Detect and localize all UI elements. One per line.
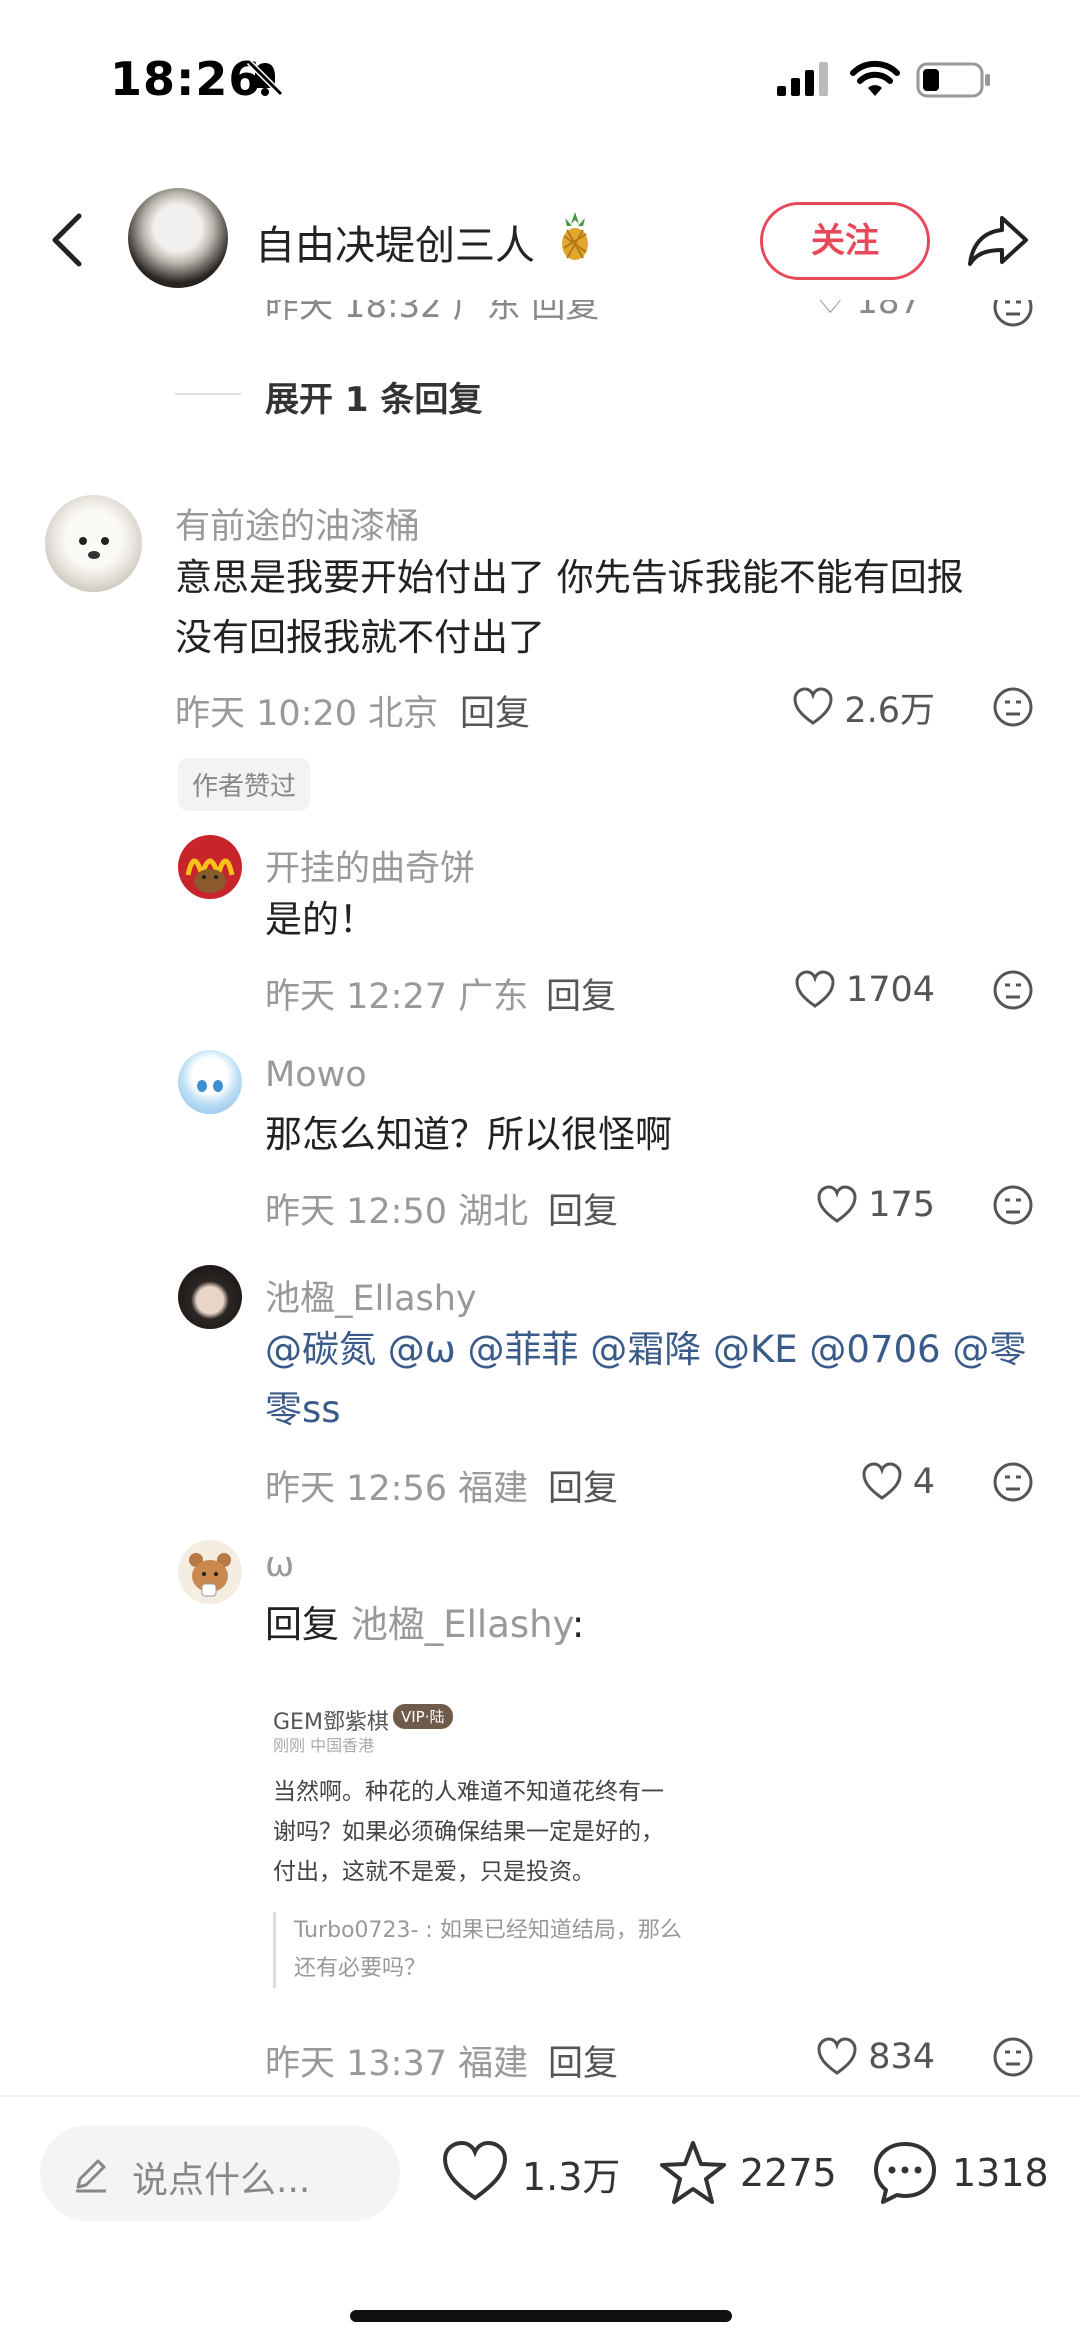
- comment-bubble-icon: [874, 2142, 936, 2204]
- mention-line[interactable]: 零ss: [265, 1380, 1055, 1440]
- embed-quote: Turbo0723- : 如果已经知道结局，那么 还有必要吗？: [273, 1912, 705, 1988]
- reply-item: 池楹_Ellashy @碳氮 @ω @菲菲 @霜降 @KE @0706 @零 零…: [0, 1265, 1080, 1535]
- like-count: 175: [868, 1185, 935, 1225]
- user-avatar[interactable]: [178, 1540, 242, 1604]
- comment-text: @碳氮 @ω @菲菲 @霜降 @KE @0706 @零 零ss: [265, 1320, 1055, 1440]
- like-count: 2.6万: [844, 690, 935, 731]
- status-bar: 18:26: [0, 0, 1080, 150]
- post-comment-count: 1318: [952, 2151, 1049, 2195]
- favorite-post-button[interactable]: 2275: [658, 2135, 837, 2211]
- user-avatar[interactable]: [178, 835, 242, 899]
- like-button[interactable]: 1704: [760, 965, 935, 1015]
- author-avatar[interactable]: [128, 188, 228, 288]
- author-name[interactable]: 自由决堤创三人: [255, 213, 535, 271]
- reply-item: 开挂的曲奇饼 是的！ 昨天 12:27 广东 回复 1704: [0, 835, 1080, 1035]
- like-button[interactable]: 834: [760, 2032, 935, 2082]
- reply-button[interactable]: 回复: [548, 2035, 618, 2086]
- comment-time-location: 昨天 10:20 北京: [175, 694, 439, 734]
- bottom-action-bar: 说点什么... 1.3万 2275 1318: [0, 2095, 1080, 2341]
- dislike-icon[interactable]: [992, 969, 1034, 1011]
- comment-text: 那怎么知道？所以很怪啊: [265, 1113, 672, 1156]
- dislike-icon[interactable]: [992, 686, 1034, 728]
- reply-item: Mowo 那怎么知道？所以很怪啊 昨天 12:50 湖北 回复 175: [0, 1050, 1080, 1250]
- dislike-icon[interactable]: [992, 300, 1034, 328]
- heart-icon: [795, 970, 835, 1008]
- bear-avatar-icon: [189, 1553, 231, 1597]
- author-liked-badge: 作者赞过: [178, 758, 311, 811]
- comments-button[interactable]: 1318: [870, 2135, 1049, 2211]
- home-indicator[interactable]: [350, 2310, 732, 2322]
- comment-username[interactable]: Mowo: [265, 1055, 367, 1095]
- bell-muted-icon: [246, 59, 284, 97]
- mention-line[interactable]: @碳氮 @ω @菲菲 @霜降 @KE @0706 @零: [265, 1320, 1055, 1380]
- comment-text: 是的！: [265, 898, 376, 941]
- like-button[interactable]: 175: [760, 1180, 935, 1230]
- post-header: 自由决堤创三人 关注: [0, 180, 1080, 300]
- post-favorite-count: 2275: [740, 2151, 837, 2195]
- reply-button[interactable]: 回复: [548, 1183, 618, 1234]
- like-count: 834: [868, 2037, 935, 2077]
- reply-target[interactable]: 池楹_Ellashy: [351, 1603, 572, 1646]
- like-count: 1704: [845, 970, 935, 1010]
- post-like-count: 1.3万: [522, 2154, 621, 2199]
- status-time: 18:26: [110, 52, 262, 106]
- capybara-logo-icon: [185, 858, 235, 893]
- comment-input[interactable]: 说点什么...: [40, 2125, 400, 2221]
- comment-text: 意思是我要开始付出了 你先告诉我能不能有回报 没有回报我就不付出了: [175, 548, 1055, 668]
- comment-input-placeholder: 说点什么...: [132, 2160, 311, 2201]
- like-post-button[interactable]: 1.3万: [440, 2135, 620, 2211]
- reply-button[interactable]: 回复: [548, 1460, 618, 1511]
- comment-time-location: 昨天 13:37 福建: [265, 2044, 529, 2084]
- like-button[interactable]: 4: [760, 1457, 935, 1507]
- partial-like-count[interactable]: ♡ 187: [815, 300, 921, 322]
- embed-vip-badge: VIP·陆: [393, 1704, 453, 1729]
- heart-icon: [817, 2037, 857, 2075]
- embed-text: 当然啊。种花的人难道不知道花终有一 谢吗？如果必须确保结果一定是好的， 付出，这…: [273, 1779, 664, 1885]
- reply-prefix: 回复: [265, 1603, 339, 1646]
- user-avatar[interactable]: [178, 1050, 242, 1114]
- like-count: 4: [912, 1462, 935, 1502]
- heart-icon: [862, 1462, 902, 1500]
- heart-icon: [442, 2140, 508, 2201]
- comment-time-location: 昨天 12:27 广东: [265, 977, 529, 1017]
- heart-icon: [817, 1185, 857, 1223]
- pencil-icon: [76, 2159, 106, 2193]
- user-avatar[interactable]: [45, 495, 142, 592]
- comment-item: 有前途的油漆桶 意思是我要开始付出了 你先告诉我能不能有回报 没有回报我就不付出…: [0, 490, 1080, 811]
- comment-username[interactable]: ω: [265, 1545, 294, 1585]
- comment-time-location: 昨天 12:50 湖北: [265, 1192, 529, 1232]
- dog-face-icon: [79, 537, 109, 559]
- anime-avatar-icon: [197, 1080, 223, 1092]
- comment-image[interactable]: GEM鄧紫棋 VIP·陆 刚刚 中国香港 当然啊。种花的人难道不知道花终有一 谢…: [265, 1690, 705, 2000]
- follow-button[interactable]: 关注: [760, 202, 930, 280]
- dislike-icon[interactable]: [992, 1461, 1034, 1503]
- reply-button[interactable]: 回复: [460, 685, 530, 736]
- like-button[interactable]: 2.6万: [760, 682, 935, 732]
- back-arrow-icon[interactable]: [45, 210, 89, 270]
- expand-divider: [175, 393, 241, 395]
- comment-time-location: 昨天 12:56 福建: [265, 1469, 529, 1509]
- share-icon[interactable]: [966, 210, 1030, 270]
- partial-meta: 昨天 18:32 广东 回复: [265, 300, 600, 326]
- comment-text: 回复 池楹_Ellashy:: [265, 1595, 584, 1655]
- comment-username[interactable]: 开挂的曲奇饼: [265, 840, 475, 891]
- previous-comment-meta: 昨天 18:32 广东 回复 ♡ 187: [0, 300, 1080, 350]
- battery-icon: [916, 62, 990, 98]
- expand-replies-button[interactable]: 展开 1 条回复: [265, 372, 482, 421]
- reply-colon: :: [571, 1603, 585, 1646]
- comment-text-line: 没有回报我就不付出了: [175, 616, 545, 659]
- signal-icon: [777, 62, 828, 96]
- wifi-icon: [850, 60, 900, 96]
- comment-username[interactable]: 有前途的油漆桶: [175, 498, 420, 549]
- dislike-icon[interactable]: [992, 2036, 1034, 2078]
- pineapple-emoji-icon: [562, 212, 588, 260]
- star-icon: [660, 2141, 726, 2204]
- user-avatar[interactable]: [178, 1265, 242, 1329]
- embed-time-location: 刚刚 中国香港: [273, 1736, 375, 1755]
- reply-button[interactable]: 回复: [546, 968, 616, 1019]
- heart-icon: [793, 687, 833, 725]
- dislike-icon[interactable]: [992, 1184, 1034, 1226]
- comment-text-line: 意思是我要开始付出了 你先告诉我能不能有回报: [175, 556, 964, 599]
- comment-username[interactable]: 池楹_Ellashy: [265, 1270, 477, 1321]
